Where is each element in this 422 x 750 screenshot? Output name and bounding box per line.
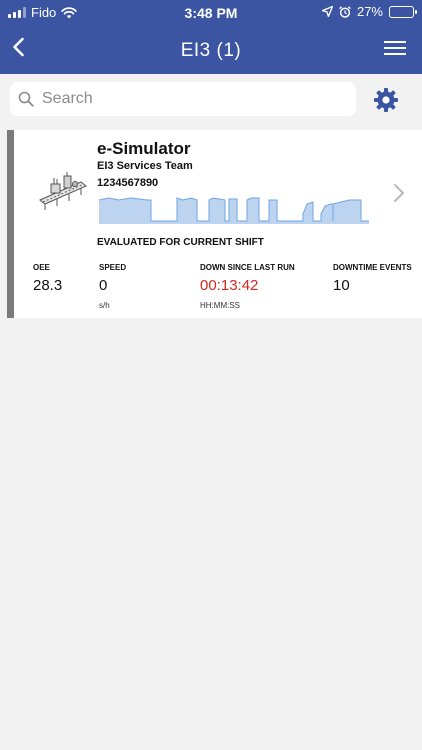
page-title: EI3 (1) [180, 40, 242, 61]
search-icon [18, 91, 34, 107]
stat-value-oee: 28.3 [33, 277, 63, 294]
status-accent-bar [7, 130, 14, 318]
battery-percent: 27% [356, 4, 383, 19]
battery-icon [389, 5, 417, 18]
stat-value-downtime-events: 10 [333, 277, 350, 294]
search-input[interactable] [42, 90, 332, 108]
stat-label-downtime-events: DOWNTIME EVENTS [333, 263, 412, 272]
stat-label-speed: SPEED [99, 263, 127, 272]
stat-label-downtime: DOWN SINCE LAST RUN [200, 263, 295, 272]
location-arrow-icon [321, 6, 333, 17]
search-bar[interactable] [10, 82, 356, 116]
app-header: Fido 3:48 PM 27% EI3 (1) [0, 0, 422, 74]
machine-name: e-Simulator [97, 139, 191, 158]
stat-value-speed: 0 [99, 277, 108, 294]
machine-card[interactable]: e-Simulator EI3 Services Team 1234567890… [7, 130, 422, 318]
alarm-clock-icon [339, 5, 351, 18]
conveyor-machine-icon [39, 172, 87, 210]
settings-gear-icon[interactable] [373, 87, 399, 113]
team-name: EI3 Services Team [97, 160, 193, 172]
status-bar: Fido 3:48 PM 27% [0, 0, 422, 24]
stat-label-oee: OEE [33, 263, 50, 272]
machine-id: 1234567890 [97, 177, 159, 189]
hamburger-menu-icon[interactable] [384, 40, 406, 56]
stat-value-downtime: 00:13:42 [200, 277, 259, 294]
chevron-right-icon[interactable] [393, 182, 405, 204]
evaluation-label: EVALUATED FOR CURRENT SHIFT [97, 237, 264, 248]
activity-sparkline [99, 197, 369, 224]
stat-unit-downtime: HH:MM:SS [200, 301, 240, 310]
stat-unit-speed: s/h [99, 301, 110, 310]
